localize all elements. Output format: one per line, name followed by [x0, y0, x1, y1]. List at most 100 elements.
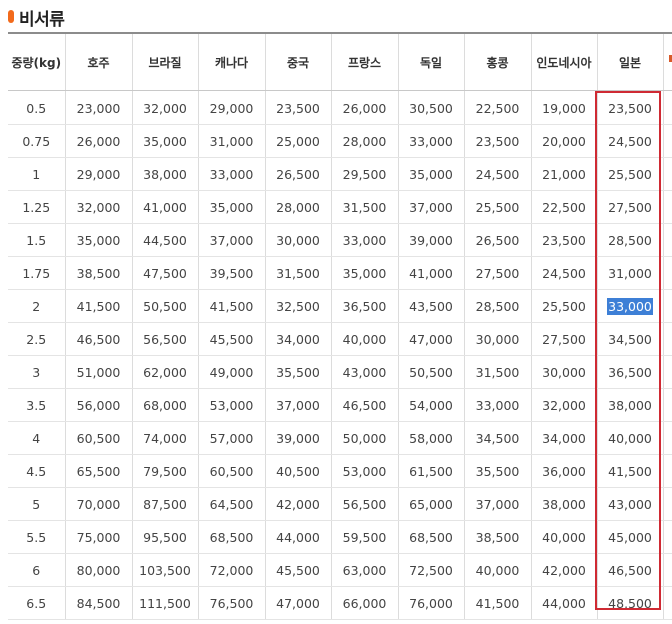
cutoff-cell	[663, 421, 672, 455]
rate-cell: 31,000	[198, 124, 266, 158]
table-row: 1.25 32,000 41,000 35,000 28,000 31,500 37,000…	[8, 190, 672, 224]
rate-cell: 39,500	[198, 256, 266, 290]
selected-rate-text[interactable]: 33,000	[607, 297, 653, 315]
rate-cell: 26,500	[265, 157, 332, 191]
rate-cell: 53,000	[331, 454, 399, 488]
weight-cell: 4	[8, 421, 66, 455]
rate-cell: 62,000	[132, 355, 199, 389]
header-brazil: 브라질	[132, 34, 199, 91]
table-row: 5.5 75,000 95,500 68,500 44,000 59,500 68,500 3…	[8, 520, 672, 554]
rate-cell: 39,000	[398, 223, 465, 257]
rate-table: 중량(kg) 호주 브라질 캐나다 중국 프랑스 독일 홍콩 인도네시아 일본 …	[8, 34, 672, 620]
rate-cell: 43,000	[331, 355, 399, 389]
rate-cell: 44,000	[531, 586, 598, 620]
rate-cell: 47,000	[398, 322, 465, 356]
rate-cell: 63,000	[331, 553, 399, 587]
rate-cell: 76,000	[398, 586, 465, 620]
cutoff-cell	[663, 355, 672, 389]
rate-cell: 31,500	[331, 190, 399, 224]
header-australia: 호주	[65, 34, 133, 91]
rate-cell: 37,000	[265, 388, 332, 422]
cutoff-cell	[663, 124, 672, 158]
cutoff-cell	[663, 520, 672, 554]
header-japan: 일본	[597, 34, 664, 91]
rate-cell: 28,500	[464, 289, 532, 323]
rate-cell: 41,500	[597, 454, 664, 488]
rate-cell: 32,000	[132, 92, 199, 125]
rate-cell: 46,500	[597, 553, 664, 587]
rate-cell: 54,000	[398, 388, 465, 422]
title-bullet-icon	[8, 10, 14, 23]
weight-cell: 5.5	[8, 520, 66, 554]
rate-cell: 19,000	[531, 92, 598, 125]
header-weight: 중량(kg)	[8, 34, 66, 91]
rate-cell: 24,500	[597, 124, 664, 158]
header-cutoff	[663, 34, 672, 91]
rate-cell: 27,500	[531, 322, 598, 356]
table-row: 1.5 35,000 44,500 37,000 30,000 33,000 39,000 2…	[8, 223, 672, 257]
rate-cell: 84,500	[65, 586, 133, 620]
rate-cell: 33,000	[398, 124, 465, 158]
rate-cell: 38,500	[65, 256, 133, 290]
rate-cell: 40,000	[531, 520, 598, 554]
header-germany: 독일	[398, 34, 465, 91]
rate-cell: 26,000	[331, 92, 399, 125]
rate-cell: 34,000	[531, 421, 598, 455]
rate-cell: 21,000	[531, 157, 598, 191]
rate-cell: 33,000	[597, 289, 664, 323]
rate-cell: 35,000	[398, 157, 465, 191]
rate-cell: 23,500	[531, 223, 598, 257]
rate-cell: 50,500	[398, 355, 465, 389]
table-row: 3 51,000 62,000 49,000 35,500 43,000 50,500 31,…	[8, 355, 672, 389]
rate-cell: 33,000	[198, 157, 266, 191]
rate-cell: 60,500	[65, 421, 133, 455]
rate-cell: 35,500	[464, 454, 532, 488]
rate-cell: 36,000	[531, 454, 598, 488]
table-row: 4 60,500 74,000 57,000 39,000 50,000 58,000 34,…	[8, 421, 672, 455]
cutoff-cell	[663, 190, 672, 224]
header-france: 프랑스	[331, 34, 399, 91]
rate-cell: 38,000	[531, 487, 598, 521]
rate-cell: 45,500	[198, 322, 266, 356]
cutoff-cell	[663, 388, 672, 422]
cutoff-cell	[663, 553, 672, 587]
rate-cell: 65,000	[398, 487, 465, 521]
weight-cell: 0.75	[8, 124, 66, 158]
rate-cell: 38,500	[464, 520, 532, 554]
rate-cell: 30,500	[398, 92, 465, 125]
rate-cell: 58,000	[398, 421, 465, 455]
rate-cell: 47,500	[132, 256, 199, 290]
rate-cell: 25,000	[265, 124, 332, 158]
rate-cell: 29,500	[331, 157, 399, 191]
rate-cell: 53,000	[198, 388, 266, 422]
rate-cell: 66,000	[331, 586, 399, 620]
table-row: 6.5 84,500 111,500 76,500 47,000 66,000 76,000…	[8, 586, 672, 620]
cutoff-cell	[663, 586, 672, 620]
rate-cell: 74,000	[132, 421, 199, 455]
rate-cell: 37,000	[464, 487, 532, 521]
weight-cell: 3	[8, 355, 66, 389]
rate-cell: 39,000	[265, 421, 332, 455]
table-row: 0.5 23,000 32,000 29,000 23,500 26,000 30,500 2…	[8, 92, 672, 125]
rate-cell: 37,000	[198, 223, 266, 257]
rate-cell: 72,500	[398, 553, 465, 587]
rate-cell: 23,500	[265, 92, 332, 125]
rate-cell: 47,000	[265, 586, 332, 620]
weight-cell: 6.5	[8, 586, 66, 620]
rate-cell: 40,000	[597, 421, 664, 455]
rate-cell: 42,000	[265, 487, 332, 521]
rate-cell: 80,000	[65, 553, 133, 587]
rate-cell: 44,500	[132, 223, 199, 257]
rate-cell: 31,000	[597, 256, 664, 290]
rate-cell: 48,500	[597, 586, 664, 620]
rate-cell: 45,500	[265, 553, 332, 587]
cutoff-cell	[663, 487, 672, 521]
cutoff-cell	[663, 289, 672, 323]
weight-cell: 4.5	[8, 454, 66, 488]
rate-cell: 40,500	[265, 454, 332, 488]
rate-cell: 70,000	[65, 487, 133, 521]
rate-cell: 22,500	[531, 190, 598, 224]
rate-cell: 26,000	[65, 124, 133, 158]
rate-cell: 60,500	[198, 454, 266, 488]
rate-cell: 50,500	[132, 289, 199, 323]
